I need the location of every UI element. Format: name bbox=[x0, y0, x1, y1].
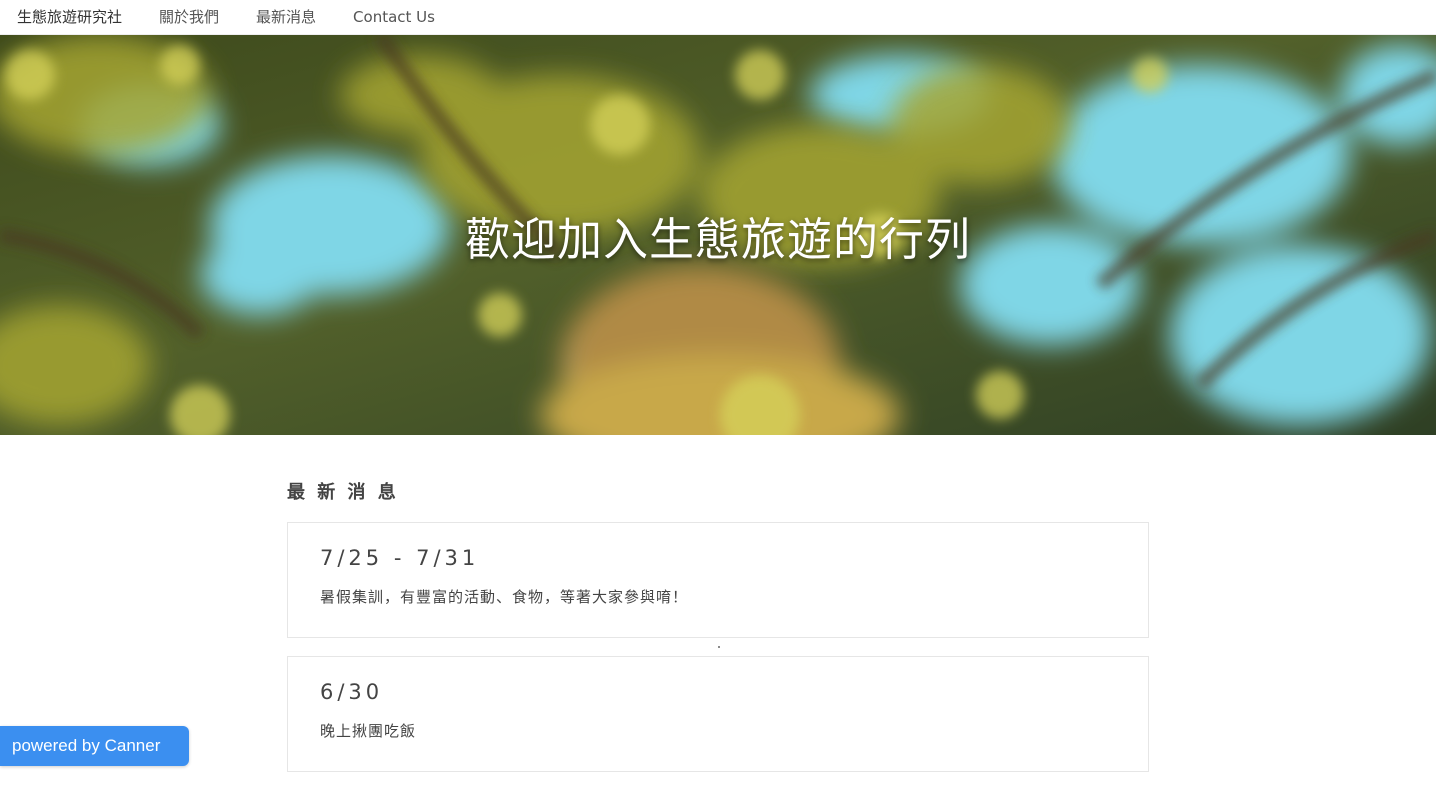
hero-title: 歡迎加入生態旅遊的行列 bbox=[464, 213, 971, 266]
news-card[interactable]: 6/30 晚上揪團吃飯 bbox=[287, 656, 1149, 772]
top-navbar: 生態旅遊研究社 關於我們 最新消息 Contact Us bbox=[0, 0, 1436, 35]
news-heading: 最 新 消 息 bbox=[287, 482, 399, 503]
hero-banner: 歡迎加入生態旅遊的行列 bbox=[0, 35, 1436, 435]
news-date: 6/30 bbox=[320, 680, 384, 704]
powered-by-badge[interactable]: powered by Canner bbox=[0, 726, 189, 766]
news-section: 最 新 消 息 7/25 - 7/31 暑假集訓，有豐富的活動、食物，等著大家參… bbox=[287, 478, 1149, 790]
news-description: 暑假集訓，有豐富的活動、食物，等著大家參與唷！ bbox=[320, 588, 689, 606]
nav-link-contact[interactable]: Contact Us bbox=[353, 0, 435, 35]
nav-link-news[interactable]: 最新消息 bbox=[256, 0, 316, 35]
separator-dot bbox=[718, 646, 720, 648]
news-card[interactable]: 7/25 - 7/31 暑假集訓，有豐富的活動、食物，等著大家參與唷！ bbox=[287, 522, 1149, 648]
news-date: 7/25 - 7/31 bbox=[320, 546, 480, 570]
nav-brand-link[interactable]: 生態旅遊研究社 bbox=[17, 0, 122, 35]
nav-link-about[interactable]: 關於我們 bbox=[159, 0, 219, 35]
news-description: 晚上揪團吃飯 bbox=[320, 722, 417, 740]
